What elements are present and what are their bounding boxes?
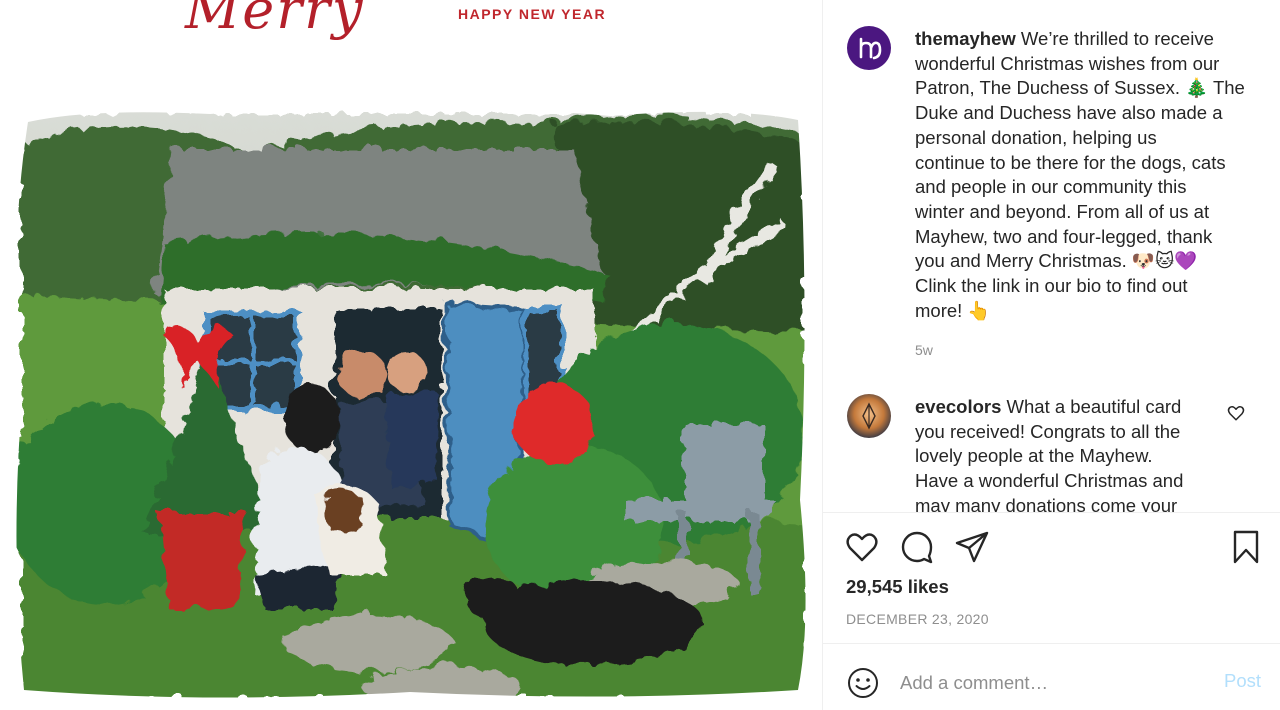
smiley-icon[interactable] xyxy=(846,666,880,700)
comment-line-4: Have a wonderful Christmas and xyxy=(915,470,1184,492)
post-comment-button[interactable]: Post xyxy=(1224,670,1261,692)
divider xyxy=(823,643,1280,644)
caption-line-7: and people in our community this xyxy=(915,176,1187,198)
post-photo xyxy=(10,100,810,702)
comment-text: evecolors What a beautiful card you rece… xyxy=(915,395,1183,512)
caption-line-1: We’re thrilled to receive xyxy=(1015,28,1214,49)
caption-line-6: continue to be there for the dogs, cats xyxy=(915,151,1226,173)
avatar[interactable] xyxy=(847,26,891,70)
post-side-panel: themayhew We’re thrilled to receive wond… xyxy=(822,0,1280,710)
comment-input[interactable] xyxy=(900,666,1220,700)
comment-line-3: lovely people at the Mayhew. xyxy=(915,445,1153,467)
comment-line-1: What a beautiful card xyxy=(1001,396,1182,417)
add-comment-bar: Post xyxy=(823,654,1280,710)
caption-line-12: more! 👆 xyxy=(915,299,991,321)
card-subtitle: HAPPY NEW YEAR xyxy=(458,6,607,22)
caption-line-4: Duke and Duchess have also made a xyxy=(915,102,1223,124)
caption-line-11: Clink the link in our bio to find out xyxy=(915,275,1188,297)
caption-text: themayhew We’re thrilled to receive wond… xyxy=(915,27,1245,323)
post-caption: themayhew We’re thrilled to receive wond… xyxy=(847,26,1267,346)
comment-line-2: you received! Congrats to all the xyxy=(915,420,1181,442)
mayhew-logo-icon xyxy=(859,37,882,60)
post-media[interactable]: Merry HAPPY NEW YEAR xyxy=(0,0,822,710)
heart-icon[interactable] xyxy=(844,529,880,565)
caption-line-8: winter and beyond. From all of us at xyxy=(915,200,1210,222)
list-item: evecolors What a beautiful card you rece… xyxy=(847,394,1267,512)
username-link[interactable]: evecolors xyxy=(915,396,1001,417)
comment-like-heart-icon[interactable] xyxy=(1227,404,1245,422)
card-header: Merry HAPPY NEW YEAR xyxy=(0,0,822,41)
post-actions: 29,545 likes DECEMBER 23, 2020 xyxy=(823,513,1280,643)
comments-list[interactable]: themayhew We’re thrilled to receive wond… xyxy=(823,0,1280,512)
paper-plane-icon[interactable] xyxy=(954,529,990,565)
caption-line-3: Patron, The Duchess of Sussex. 🎄 The xyxy=(915,77,1245,99)
comment-line-5: may many donations come your xyxy=(915,494,1178,512)
username-link[interactable]: themayhew xyxy=(915,28,1016,49)
card-script-heading: Merry xyxy=(185,0,365,41)
comment-icon[interactable] xyxy=(899,529,935,565)
photo-illustration xyxy=(10,100,810,702)
caption-line-2: wonderful Christmas wishes from our xyxy=(915,52,1220,74)
post-date[interactable]: DECEMBER 23, 2020 xyxy=(846,611,989,627)
likes-count[interactable]: 29,545 likes xyxy=(846,576,949,598)
caption-line-10: you and Merry Christmas. 🐶🐱💜 xyxy=(915,250,1198,272)
post-time-ago[interactable]: 5w xyxy=(915,342,933,358)
caption-line-5: personal donation, helping us xyxy=(915,126,1157,148)
avatar[interactable] xyxy=(847,394,891,438)
bookmark-icon[interactable] xyxy=(1228,529,1264,565)
evecolors-avatar-icon xyxy=(862,402,876,430)
caption-line-9: Mayhew, two and four-legged, thank xyxy=(915,225,1213,247)
